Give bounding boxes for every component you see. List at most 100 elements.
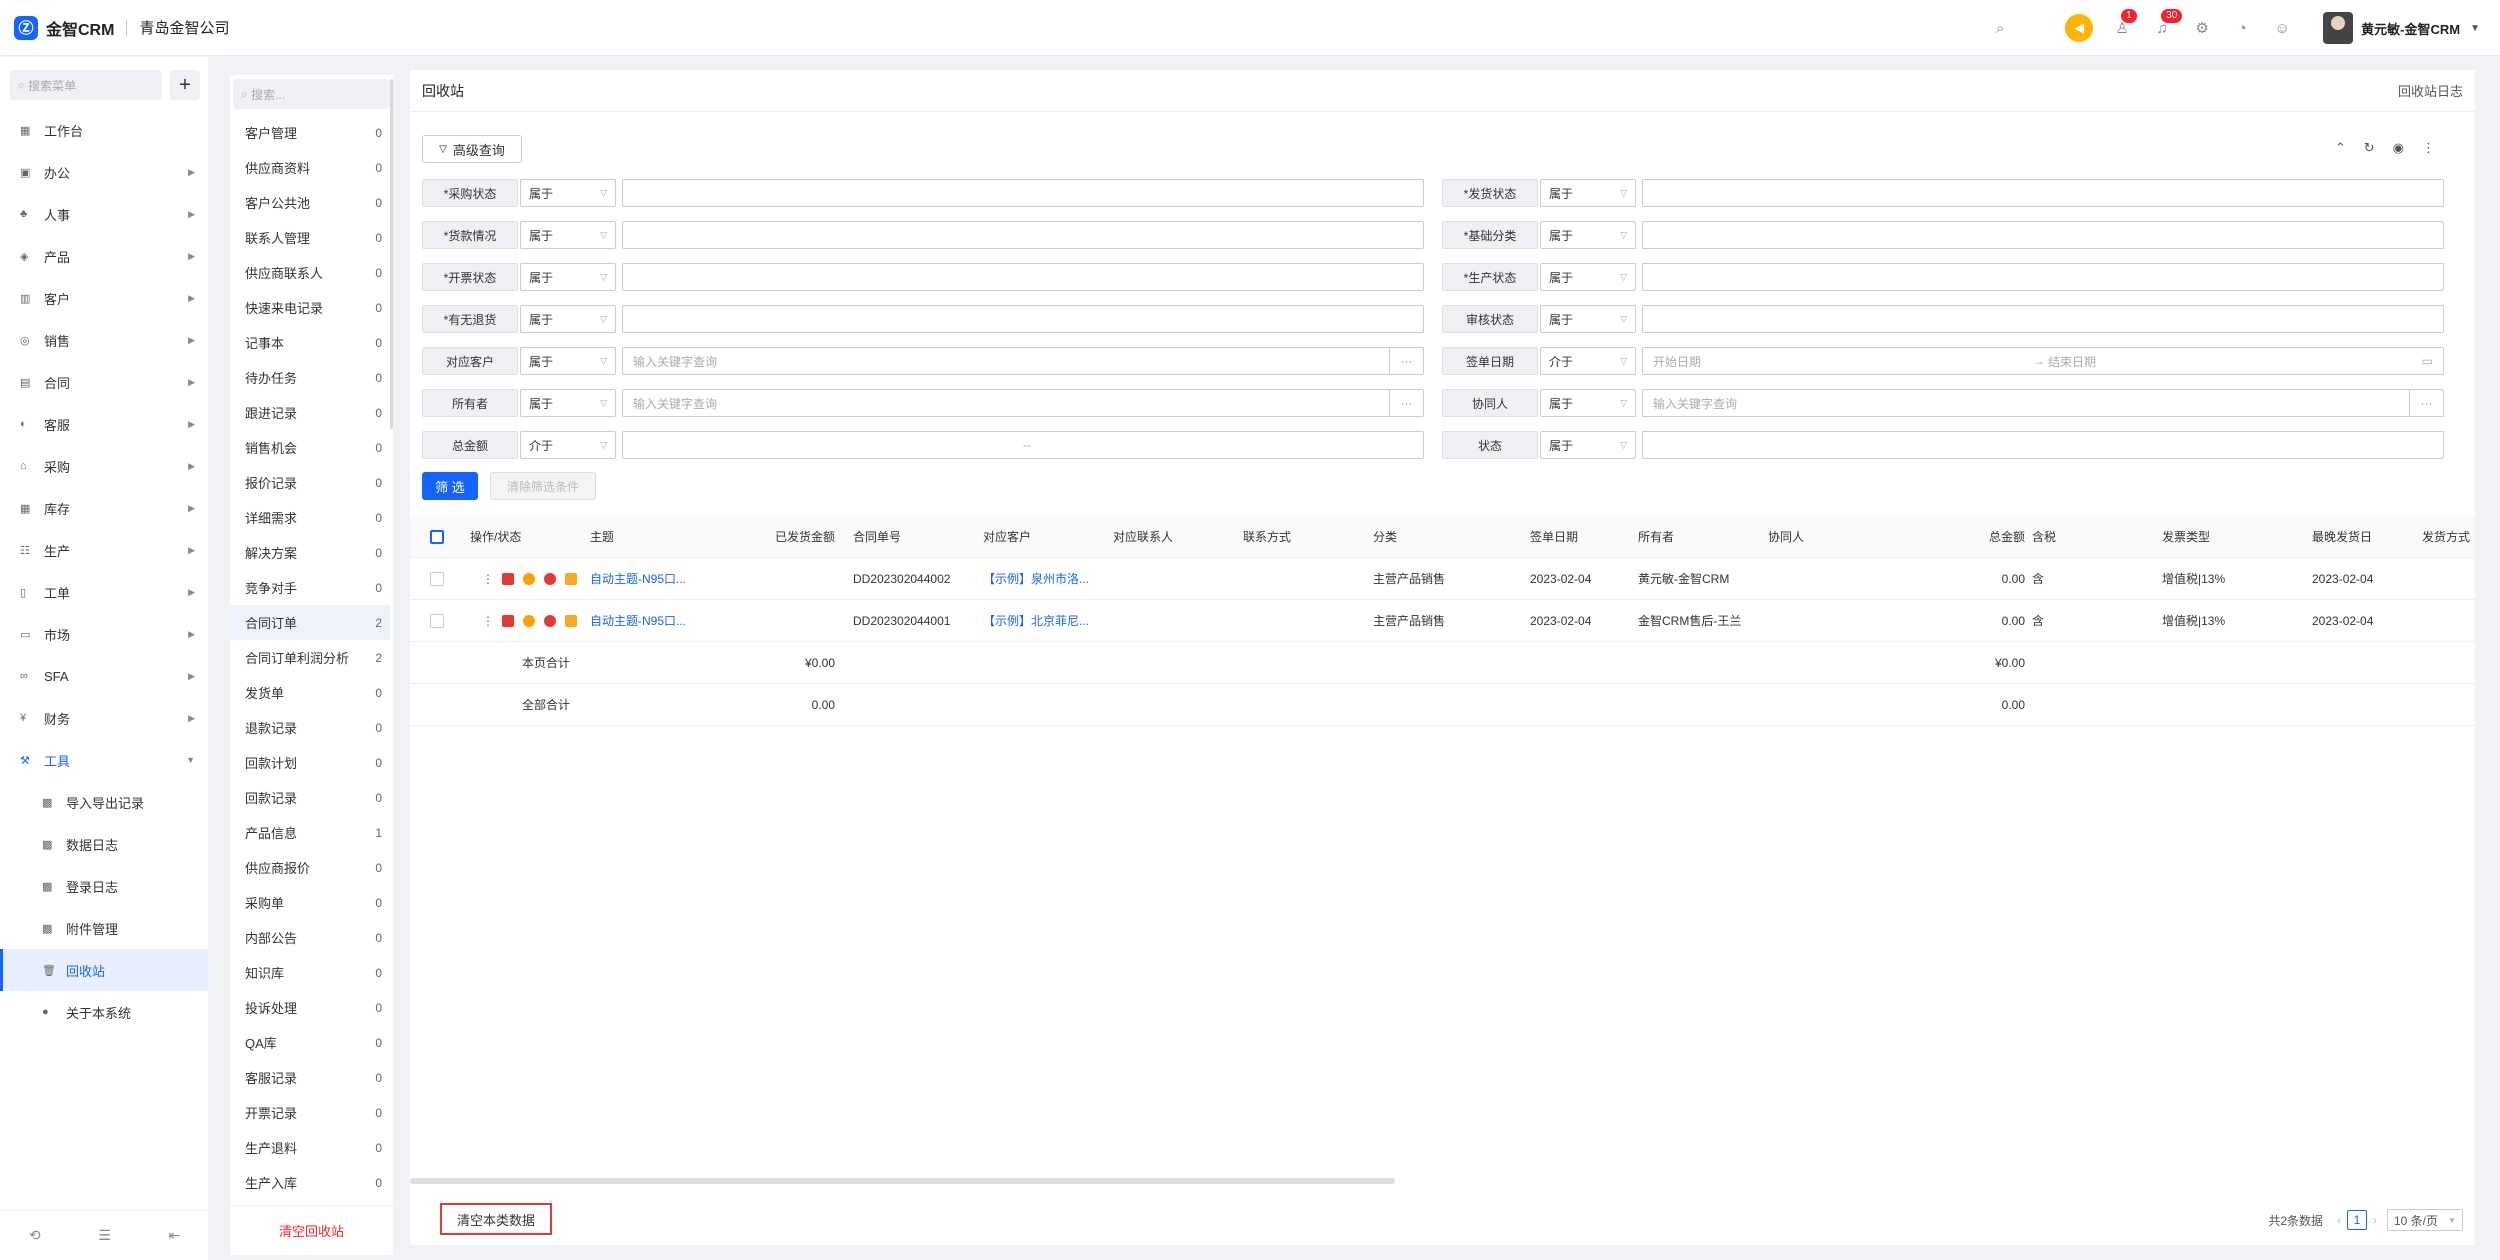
filter-operator-select[interactable]: 属于 ▽: [1540, 431, 1636, 459]
col-phone[interactable]: 联系方式: [1243, 516, 1291, 558]
category-item[interactable]: 待办任务 0: [230, 360, 390, 395]
refresh-icon[interactable]: ↻: [2364, 140, 2375, 156]
category-item[interactable]: 内部公告 0: [230, 920, 390, 955]
clear-filter-button[interactable]: 清除筛选条件: [490, 472, 596, 500]
row-subject[interactable]: 自动主题-N95口...: [590, 600, 715, 642]
more-options-icon[interactable]: ···: [1389, 348, 1423, 374]
filter-operator-select[interactable]: 属于 ▽: [1540, 221, 1636, 249]
more-icon[interactable]: ⋮: [482, 614, 494, 628]
table-row[interactable]: ⋮ 自动主题-N95口... DD202302044001 【示例】北京菲尼... 主营…: [410, 600, 2475, 642]
category-item[interactable]: 退款记录 0: [230, 710, 390, 745]
warning-icon[interactable]: [523, 615, 535, 627]
category-item[interactable]: 销售机会 0: [230, 430, 390, 465]
filter-value-input[interactable]: [622, 305, 1424, 333]
filter-value-input[interactable]: [1642, 221, 2444, 249]
collapse-up-icon[interactable]: ⌃: [2335, 140, 2346, 156]
prev-page-icon[interactable]: ‹: [2337, 1213, 2341, 1227]
row-subject[interactable]: 自动主题-N95口...: [590, 558, 715, 600]
help-icon[interactable]: ☺: [2271, 17, 2293, 39]
filter-operator-select[interactable]: 属于 ▽: [1540, 179, 1636, 207]
more-options-icon[interactable]: ···: [1389, 390, 1423, 416]
category-item[interactable]: 供应商资料 0: [230, 150, 390, 185]
warning-icon[interactable]: [523, 573, 535, 585]
sidebar-item-data-log[interactable]: ▩ 数据日志: [0, 823, 209, 865]
category-item[interactable]: 记事本 0: [230, 325, 390, 360]
category-item[interactable]: 回款计划 0: [230, 745, 390, 780]
more-icon[interactable]: ⋮: [482, 572, 494, 586]
category-item[interactable]: 供应商报价 0: [230, 850, 390, 885]
col-contract-no[interactable]: 合同单号: [853, 516, 901, 558]
horizontal-scrollbar[interactable]: [410, 1178, 1395, 1184]
sidebar-item-workbench[interactable]: ▦ 工作台: [0, 109, 209, 151]
page-number[interactable]: 1: [2347, 1210, 2367, 1230]
sidebar-item-login-log[interactable]: ▩ 登录日志: [0, 865, 209, 907]
row-checkbox[interactable]: [430, 572, 444, 586]
sidebar-item-office[interactable]: ▣ 办公 ▶: [0, 151, 209, 193]
category-item[interactable]: 合同订单利润分析 2: [230, 640, 390, 675]
user-menu[interactable]: 黄元敏-金智CRM ▼: [2323, 12, 2480, 44]
col-contact[interactable]: 对应联系人: [1113, 516, 1173, 558]
category-item[interactable]: 生产入库 0: [230, 1165, 390, 1200]
filter-value-input[interactable]: [1642, 263, 2444, 291]
col-tax[interactable]: 含税: [2032, 516, 2056, 558]
sidebar-item-finance[interactable]: ¥ 财务 ▶: [0, 697, 209, 739]
col-shipped[interactable]: 已发货金额: [740, 516, 835, 558]
filter-value-input[interactable]: --: [622, 431, 1424, 459]
sidebar-item-import-export[interactable]: ▩ 导入导出记录: [0, 781, 209, 823]
history-icon[interactable]: ⟲: [29, 1227, 41, 1244]
alert-icon[interactable]: [544, 615, 556, 627]
sidebar-item-customer[interactable]: ▥ 客户 ▶: [0, 277, 209, 319]
category-item[interactable]: 客户管理 0: [230, 115, 390, 150]
add-icon[interactable]: +: [170, 70, 200, 100]
file-icon[interactable]: [565, 615, 577, 627]
category-item[interactable]: 供应商联系人 0: [230, 255, 390, 290]
filter-value-input[interactable]: [622, 263, 1424, 291]
col-subject[interactable]: 主题: [590, 516, 614, 558]
category-item[interactable]: 客服记录 0: [230, 1060, 390, 1095]
sidebar-item-about[interactable]: ● 关于本系统: [0, 991, 209, 1033]
col-customer[interactable]: 对应客户: [983, 516, 1031, 558]
sidebar-item-product[interactable]: ◈ 产品 ▶: [0, 235, 209, 277]
category-item[interactable]: 合同订单 2: [230, 605, 390, 640]
sidebar-item-recycle-bin[interactable]: 🗑 回收站: [0, 949, 209, 991]
category-item[interactable]: 详细需求 0: [230, 500, 390, 535]
filter-operator-select[interactable]: 介于 ▽: [1540, 347, 1636, 375]
file-icon[interactable]: [565, 573, 577, 585]
filter-value-input[interactable]: [1642, 305, 2444, 333]
filter-value-input[interactable]: 输入关键字查询 ···: [622, 347, 1424, 375]
lock-icon[interactable]: [502, 573, 514, 585]
category-item[interactable]: QA库 0: [230, 1025, 390, 1060]
col-category[interactable]: 分类: [1373, 516, 1397, 558]
col-ship-method[interactable]: 发货方式: [2422, 516, 2470, 558]
filter-operator-select[interactable]: 属于 ▽: [520, 389, 616, 417]
more-options-icon[interactable]: ···: [2409, 390, 2443, 416]
filter-value-input[interactable]: [1642, 179, 2444, 207]
sidebar-item-inventory[interactable]: ▦ 库存 ▶: [0, 487, 209, 529]
category-item[interactable]: 竞争对手 0: [230, 570, 390, 605]
category-item[interactable]: 产品信息 1: [230, 815, 390, 850]
category-item[interactable]: 报价记录 0: [230, 465, 390, 500]
filter-operator-select[interactable]: 属于 ▽: [1540, 389, 1636, 417]
advanced-query-button[interactable]: ▽ 高级查询: [422, 135, 522, 163]
gear-icon[interactable]: ⚙: [2191, 17, 2213, 39]
category-item[interactable]: 客户公共池 0: [230, 185, 390, 220]
sidebar-item-production[interactable]: ☷ 生产 ▶: [0, 529, 209, 571]
filter-value-input[interactable]: [1642, 431, 2444, 459]
sidebar-item-attachments[interactable]: ▩ 附件管理: [0, 907, 209, 949]
more-icon[interactable]: ⋮: [2422, 140, 2435, 156]
recycle-log-link[interactable]: 回收站日志: [2398, 81, 2463, 100]
logo[interactable]: Ⓩ 金智CRM: [14, 15, 114, 40]
search-icon[interactable]: ⌕: [1989, 17, 2011, 39]
table-row[interactable]: ⋮ 自动主题-N95口... DD202302044002 【示例】泉州市洛... 主营…: [410, 558, 2475, 600]
clear-category-button[interactable]: 清空本类数据: [440, 1203, 552, 1235]
category-item[interactable]: 采购单 0: [230, 885, 390, 920]
filter-operator-select[interactable]: 属于 ▽: [520, 305, 616, 333]
col-last-ship[interactable]: 最晚发货日: [2312, 516, 2372, 558]
sidebar-item-tools[interactable]: ⚒ 工具 ▼: [0, 739, 209, 781]
page-size-select[interactable]: 10 条/页 ▼: [2387, 1209, 2463, 1231]
sidebar-item-workorder[interactable]: ▯ 工单 ▶: [0, 571, 209, 613]
eye-icon[interactable]: ◉: [2393, 140, 2404, 156]
bell-icon[interactable]: ♫ 30: [2151, 9, 2183, 39]
collapse-icon[interactable]: ⇤: [168, 1227, 180, 1244]
task-icon[interactable]: ♙ 1: [2111, 9, 2137, 39]
